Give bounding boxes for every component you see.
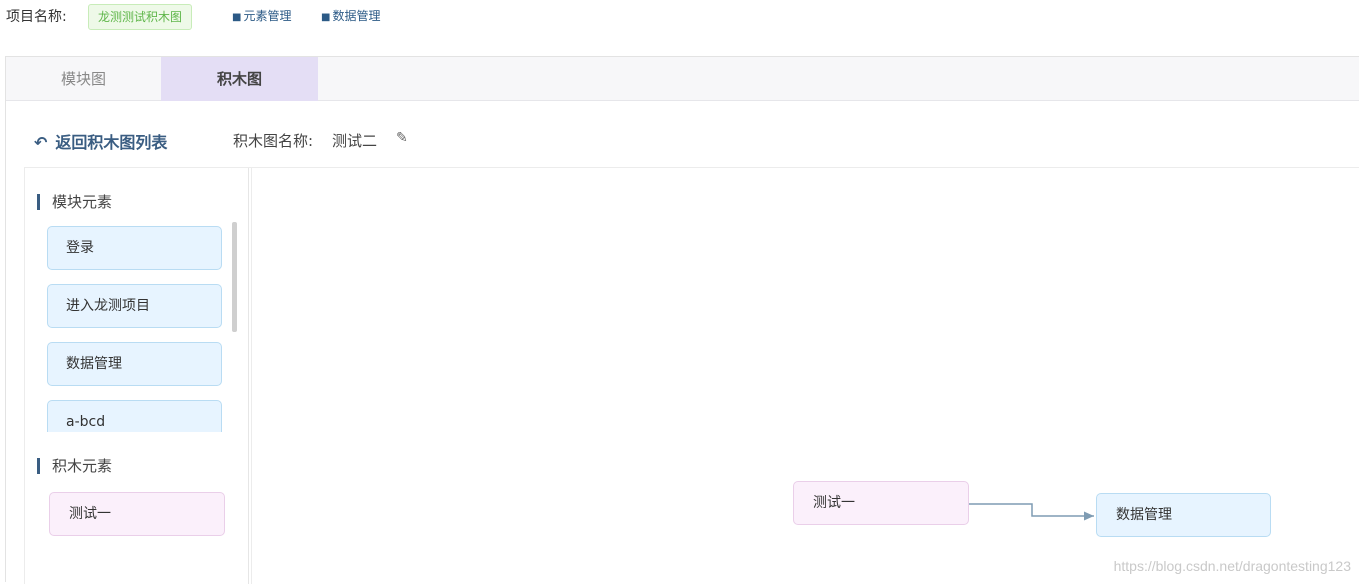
module-item[interactable]: 登录 [47, 226, 222, 270]
module-item[interactable]: 进入龙测项目 [47, 284, 222, 328]
canvas-node-block[interactable]: 测试一 [793, 481, 969, 525]
data-management-link[interactable]: ■数据管理 [321, 7, 380, 24]
data-management-label: 数据管理 [332, 9, 380, 23]
puzzle-icon: ■ [321, 12, 330, 23]
reply-arrow-icon: ↶ [34, 133, 47, 152]
edit-pencil-icon[interactable]: ✎ [396, 130, 408, 146]
diagram-name-label: 积木图名称: [233, 130, 313, 151]
back-to-list-label: 返回积木图列表 [55, 133, 167, 152]
module-list-scrollbar[interactable] [232, 222, 237, 332]
element-management-link[interactable]: ■元素管理 [232, 7, 291, 24]
tab-bar: 模块图 积木图 [6, 57, 1359, 101]
project-name-label: 项目名称: [6, 6, 67, 26]
canvas-node-module[interactable]: 数据管理 [1096, 493, 1271, 537]
sidebar-divider [251, 168, 252, 584]
diagram-name-value: 测试二 [332, 130, 377, 151]
top-bar: 项目名称: 龙测测试积木图 ■元素管理 ■数据管理 [0, 0, 1359, 34]
watermark-text: https://blog.csdn.net/dragontesting123 [1114, 558, 1351, 574]
element-management-label: 元素管理 [243, 9, 291, 23]
tab-module-diagram[interactable]: 模块图 [6, 57, 161, 101]
block-elements-title: 积木元素 [37, 458, 112, 474]
module-item[interactable]: a-bcd [47, 400, 222, 432]
block-item[interactable]: 测试一 [49, 492, 225, 536]
back-to-list-button[interactable]: ↶ 返回积木图列表 [34, 129, 167, 153]
module-element-list[interactable]: 登录 进入龙测项目 数据管理 a-bcd [45, 218, 240, 432]
element-sidebar: 模块元素 登录 进入龙测项目 数据管理 a-bcd 积木元素 测试一 [24, 168, 249, 584]
module-item[interactable]: 数据管理 [47, 342, 222, 386]
module-elements-title: 模块元素 [37, 194, 112, 210]
project-name-badge: 龙测测试积木图 [88, 4, 192, 30]
puzzle-icon: ■ [232, 12, 241, 23]
tab-block-diagram[interactable]: 积木图 [161, 57, 318, 101]
